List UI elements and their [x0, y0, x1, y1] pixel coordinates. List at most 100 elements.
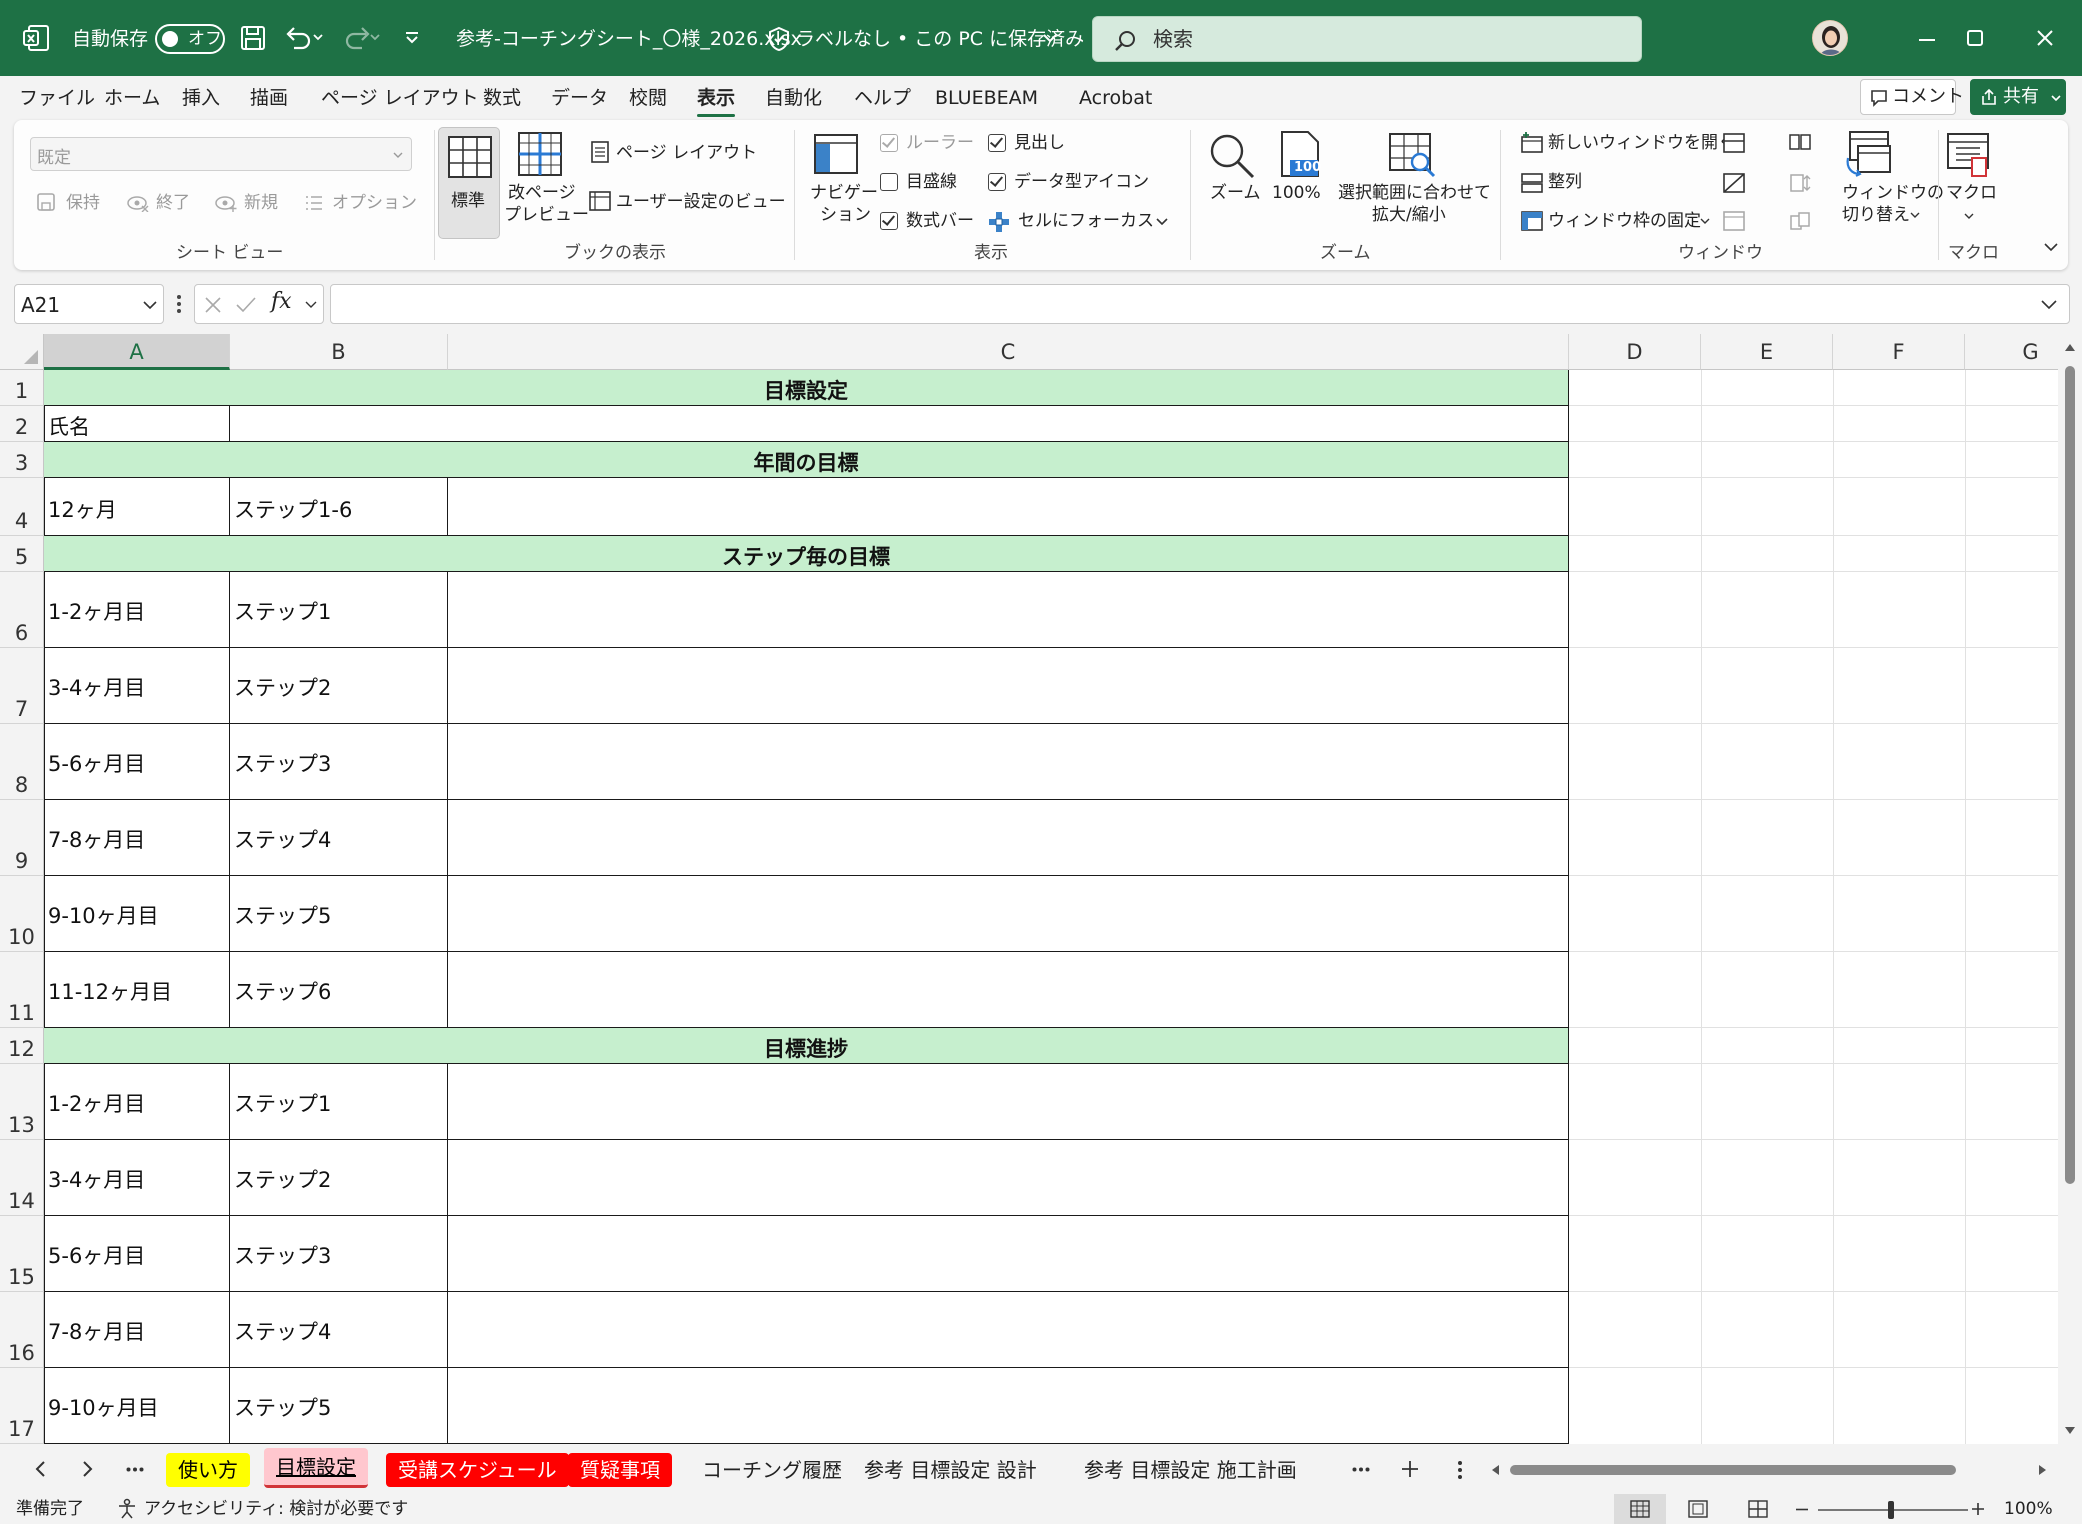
next-sheet-icon[interactable] — [82, 1460, 94, 1478]
formula-bar-checkbox[interactable] — [880, 212, 898, 230]
save-icon[interactable] — [240, 25, 266, 51]
collapse-ribbon-icon[interactable] — [2044, 242, 2058, 252]
row-header[interactable]: 16 — [0, 1292, 44, 1368]
add-sheet-icon[interactable] — [1401, 1460, 1419, 1478]
row-header[interactable]: 12 — [0, 1028, 44, 1064]
step-goal-cell[interactable] — [448, 648, 1569, 724]
sheet-tab-questions[interactable]: 質疑事項 — [568, 1453, 672, 1487]
page-layout-view-icon[interactable] — [1688, 1500, 1708, 1518]
zoom-slider[interactable] — [1818, 1501, 1968, 1519]
macro-button[interactable]: マクロ — [1946, 182, 1997, 204]
customize-qat-icon[interactable] — [404, 30, 420, 46]
zoom-100-button[interactable]: 100% — [1272, 182, 1321, 204]
page-break-label-2[interactable]: プレビュー — [504, 204, 589, 226]
sheet-tab-schedule[interactable]: 受講スケジュール — [386, 1453, 569, 1487]
step-goal-cell[interactable] — [448, 876, 1569, 952]
excel-logo-icon[interactable] — [22, 24, 50, 52]
progress-step-cell[interactable]: ステップ4 — [230, 1292, 448, 1368]
step-goal-cell[interactable] — [448, 800, 1569, 876]
switch-windows-chevron-icon[interactable] — [1910, 211, 1920, 219]
column-header-b[interactable]: B — [230, 334, 448, 370]
undo-icon[interactable] — [284, 24, 324, 52]
more-options-icon[interactable] — [176, 294, 182, 314]
row-header[interactable]: 6 — [0, 572, 44, 648]
row-header[interactable]: 14 — [0, 1140, 44, 1216]
zoom-out-icon[interactable] — [1796, 1508, 1808, 1511]
row-header[interactable]: 2 — [0, 406, 44, 442]
navigation-label-1[interactable]: ナビゲー — [810, 182, 878, 204]
step-period-cell[interactable]: 3-4ヶ月目 — [44, 648, 230, 724]
select-all-corner[interactable] — [0, 334, 44, 370]
zoom-slider-thumb[interactable] — [1888, 1501, 1894, 1519]
progress-note-cell[interactable] — [448, 1292, 1569, 1368]
progress-note-cell[interactable] — [448, 1216, 1569, 1292]
scroll-right-icon[interactable] — [2038, 1464, 2048, 1476]
side-by-side-icon[interactable] — [1788, 132, 1812, 154]
menu-bluebeam[interactable]: BLUEBEAM — [935, 86, 1038, 110]
enter-icon[interactable] — [235, 295, 257, 315]
step-name-cell[interactable]: ステップ1 — [230, 572, 448, 648]
hide-icon[interactable] — [1722, 172, 1746, 194]
sheet-tab-usage[interactable]: 使い方 — [166, 1453, 250, 1487]
split-icon[interactable] — [1722, 132, 1746, 154]
sheet-view-dropdown[interactable]: 既定 — [30, 137, 412, 171]
progress-step-cell[interactable]: ステップ5 — [230, 1368, 448, 1444]
page-break-label-1[interactable]: 改ページ — [508, 182, 576, 204]
progress-note-cell[interactable] — [448, 1368, 1569, 1444]
step-goal-cell[interactable] — [448, 952, 1569, 1028]
name-label-cell[interactable]: 氏名 — [44, 406, 230, 442]
prev-sheet-icon[interactable] — [34, 1460, 46, 1478]
step-goal-cell[interactable] — [448, 572, 1569, 648]
switch-windows-label-1[interactable]: ウィンドウの — [1842, 182, 1944, 204]
annual-goal-cell[interactable] — [448, 478, 1569, 536]
menu-insert[interactable]: 挿入 — [182, 86, 220, 110]
cancel-icon[interactable] — [203, 295, 223, 315]
step-header-cell[interactable]: ステップ毎の目標 — [44, 536, 1569, 572]
expand-formula-icon[interactable] — [2041, 300, 2057, 310]
progress-header-cell[interactable]: 目標進捗 — [44, 1028, 1569, 1064]
progress-note-cell[interactable] — [448, 1064, 1569, 1140]
zoom-selection-label-1[interactable]: 選択範囲に合わせて — [1338, 182, 1491, 204]
page-layout-button[interactable]: ページ レイアウト — [616, 142, 757, 164]
column-header-a[interactable]: A — [44, 334, 230, 370]
step-name-cell[interactable]: ステップ5 — [230, 876, 448, 952]
row-header[interactable]: 13 — [0, 1064, 44, 1140]
column-header-d[interactable]: D — [1569, 334, 1701, 370]
menu-draw[interactable]: 描画 — [250, 86, 288, 110]
progress-period-cell[interactable]: 7-8ヶ月目 — [44, 1292, 230, 1368]
zoom-in-icon[interactable] — [1972, 1503, 1984, 1515]
sheet-tab-coaching-history[interactable]: コーチング履歴 — [690, 1453, 854, 1487]
scroll-thumb[interactable] — [2065, 366, 2075, 1184]
avatar[interactable] — [1812, 20, 1848, 56]
menu-data[interactable]: データ — [551, 86, 608, 110]
sheet-tab-ref-construction[interactable]: 参考 目標設定 施工計画 — [1072, 1453, 1309, 1487]
row-header[interactable]: 3 — [0, 442, 44, 478]
menu-formulas[interactable]: 数式 — [483, 86, 521, 110]
unhide-icon[interactable] — [1722, 210, 1746, 232]
step-name-cell[interactable]: ステップ4 — [230, 800, 448, 876]
headings-checkbox[interactable] — [988, 134, 1006, 152]
step-goal-cell[interactable] — [448, 724, 1569, 800]
menu-automate[interactable]: 自動化 — [765, 86, 822, 110]
scroll-up-icon[interactable] — [2064, 342, 2076, 352]
progress-note-cell[interactable] — [448, 1140, 1569, 1216]
menu-home[interactable]: ホーム — [104, 86, 160, 110]
freeze-panes-button[interactable]: ウィンドウ枠の固定 — [1548, 210, 1701, 232]
progress-period-cell[interactable]: 5-6ヶ月目 — [44, 1216, 230, 1292]
name-box[interactable]: A21 — [14, 284, 164, 324]
progress-step-cell[interactable]: ステップ1 — [230, 1064, 448, 1140]
keep-button[interactable]: 保持 — [66, 192, 100, 214]
reset-position-icon[interactable] — [1788, 210, 1812, 232]
column-header-c[interactable]: C — [448, 334, 1569, 370]
step-period-cell[interactable]: 9-10ヶ月目 — [44, 876, 230, 952]
focus-cell-button[interactable]: セルにフォーカス — [1018, 210, 1154, 232]
ruler-checkbox[interactable] — [880, 134, 898, 152]
column-header-e[interactable]: E — [1701, 334, 1833, 370]
title-cell[interactable]: 目標設定 — [44, 370, 1569, 406]
options-button[interactable]: オプション — [332, 192, 417, 214]
row-header[interactable]: 5 — [0, 536, 44, 572]
label-status[interactable]: ラベルなし • この PC に保存済み — [796, 27, 1084, 51]
progress-period-cell[interactable]: 3-4ヶ月目 — [44, 1140, 230, 1216]
macro-chevron-icon[interactable] — [1964, 212, 1974, 220]
row-header[interactable]: 1 — [0, 370, 44, 406]
